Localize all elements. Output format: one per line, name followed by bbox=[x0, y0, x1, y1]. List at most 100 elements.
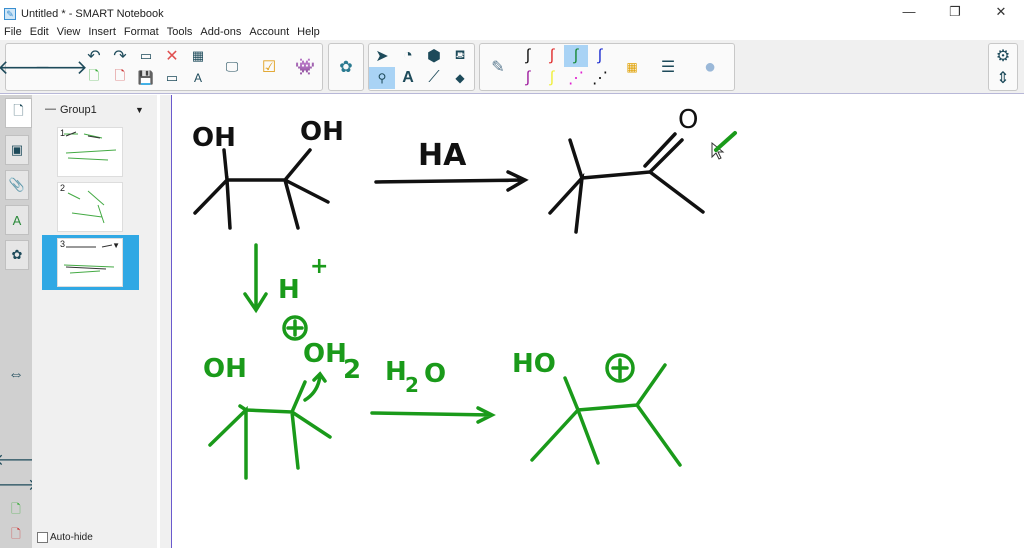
pen-magenta-dashed[interactable]: ⋰ bbox=[564, 67, 588, 89]
water-o-label: O bbox=[424, 359, 446, 389]
vertical-scrollbar[interactable] bbox=[160, 95, 172, 548]
paste-button[interactable]: ▭ bbox=[133, 45, 159, 67]
pen-green[interactable]: ∫ bbox=[564, 45, 588, 67]
plus-superscript: + bbox=[310, 254, 328, 279]
toolbar-group-addons: ✿ bbox=[328, 43, 364, 91]
pen-red[interactable]: ∫ bbox=[540, 45, 564, 67]
green-pen-stroke bbox=[714, 131, 737, 152]
minimize-button[interactable]: — bbox=[886, 4, 932, 20]
body-tool[interactable]: ⚲ bbox=[369, 67, 395, 89]
move-toolbar-icon[interactable]: ⇕ bbox=[989, 67, 1017, 89]
properties-tab[interactable]: A bbox=[5, 205, 29, 235]
page-thumbnail-3[interactable]: 3 ▼ bbox=[57, 238, 123, 287]
response-button[interactable]: ☑ bbox=[251, 44, 287, 90]
page-number: 1 bbox=[60, 128, 66, 138]
pen-black[interactable]: ∫ bbox=[516, 45, 540, 67]
save-icon[interactable]: 💾 bbox=[133, 67, 159, 89]
undo-button[interactable]: ↶ bbox=[81, 45, 107, 67]
pen-blue[interactable]: ∫ bbox=[588, 45, 612, 67]
menu-bar: File Edit View Insert Format Tools Add-o… bbox=[0, 24, 324, 40]
gear-icon[interactable]: ⚙ bbox=[989, 45, 1017, 67]
line-style-button[interactable]: ☰ bbox=[650, 44, 686, 90]
page-thumbnail-1[interactable]: 1 bbox=[57, 127, 123, 177]
table-button[interactable]: ▦ bbox=[185, 45, 211, 67]
add-page-icon[interactable]: 🗋 bbox=[5, 500, 27, 520]
oh-left-label: OH bbox=[192, 123, 236, 153]
delete-button[interactable]: ✕ bbox=[159, 45, 185, 67]
page-number: 2 bbox=[60, 183, 66, 193]
menu-insert[interactable]: Insert bbox=[84, 24, 120, 40]
toolbar: 🡐 🡒 ↶ ↷ ▭ ✕ ▦ 🗋 🗋 💾 ▭ A 🖵 ☑ 👾 ✿ ➤ ◔ ⬢ ⛾ … bbox=[0, 40, 1024, 94]
ho-label: HO bbox=[512, 349, 556, 379]
page-menu-icon[interactable]: ▼ bbox=[112, 241, 120, 250]
screen-shade-button[interactable]: ▭ bbox=[159, 67, 185, 89]
sidebar-tabs: 🗋 ▣ 📎 A ✿ ⇔ 🡐 🡒 🗋 🗋 bbox=[0, 95, 37, 548]
page-thumbnail-2[interactable]: 2 bbox=[57, 182, 123, 232]
menu-view[interactable]: View bbox=[53, 24, 85, 40]
menu-edit[interactable]: Edit bbox=[26, 24, 53, 40]
text-format-button[interactable]: A bbox=[185, 67, 211, 89]
restore-button[interactable]: ❐ bbox=[932, 4, 978, 20]
group-dropdown-icon[interactable]: ▼ bbox=[135, 105, 144, 115]
water-h-label: H bbox=[385, 357, 407, 387]
pen-tool[interactable]: ✎ bbox=[480, 44, 516, 90]
oh-green-label: OH bbox=[203, 354, 247, 384]
water-subscript: 2 bbox=[405, 373, 419, 397]
addons-tab[interactable]: ✿ bbox=[5, 240, 29, 270]
auto-hide-checkbox[interactable]: Auto-hide bbox=[37, 532, 93, 543]
toolbar-group-settings: ⚙ ⇕ bbox=[988, 43, 1018, 91]
lab-activity-button[interactable]: 👾 bbox=[287, 44, 323, 90]
text-tool[interactable]: A bbox=[395, 67, 421, 89]
h-plus-label: H bbox=[278, 275, 300, 305]
fill-shape-tool[interactable]: ⬢ bbox=[421, 45, 447, 67]
title-bar: ✎ Untitled * - SMART Notebook — ❐ ✕ bbox=[0, 4, 1024, 24]
close-button[interactable]: ✕ bbox=[978, 4, 1024, 20]
checkbox-box[interactable] bbox=[37, 532, 48, 543]
select-tool[interactable]: ➤ bbox=[369, 45, 395, 67]
line-tool[interactable]: ⟋ bbox=[421, 67, 447, 89]
addons-puzzle-icon[interactable]: ✿ bbox=[329, 44, 363, 90]
whiteboard-canvas[interactable]: OH OH HA O H + OH OH 2 H 2 O HO bbox=[173, 95, 1024, 548]
redo-button[interactable]: ↷ bbox=[107, 45, 133, 67]
menu-file[interactable]: File bbox=[0, 24, 26, 40]
shapes-tool[interactable]: ◔ bbox=[395, 45, 421, 67]
eraser-tool[interactable]: ◆ bbox=[447, 67, 473, 89]
toolbar-group-pens: ✎ ∫ ∫ ∫ ∫ ∫ ∫ ⋰ ⋰ ▦ ☰ ● bbox=[479, 43, 735, 91]
fill-tool[interactable]: ⛾ bbox=[447, 45, 473, 67]
delete-page-icon[interactable]: 🗋 bbox=[5, 525, 27, 545]
ink-drawing: OH OH HA O H + OH OH 2 H 2 O HO bbox=[192, 105, 737, 480]
attachments-tab[interactable]: 📎 bbox=[5, 170, 29, 200]
color-palette-button[interactable]: ▦ bbox=[614, 44, 650, 90]
group-label: Group1 bbox=[60, 104, 97, 116]
oh2-subscript: 2 bbox=[343, 355, 361, 385]
oh2-label: OH bbox=[303, 339, 347, 369]
reagent-ha-label: HA bbox=[418, 138, 467, 173]
effects-button[interactable]: ● bbox=[686, 44, 734, 90]
delete-page-button[interactable]: 🗋 bbox=[107, 67, 133, 89]
menu-format[interactable]: Format bbox=[120, 24, 163, 40]
display-button[interactable]: 🖵 bbox=[213, 44, 251, 90]
pen-purple[interactable]: ∫ bbox=[516, 67, 540, 89]
carbonyl-o-label: O bbox=[678, 105, 698, 135]
app-icon: ✎ bbox=[4, 8, 16, 20]
menu-addons[interactable]: Add-ons bbox=[196, 24, 245, 40]
next-page-button[interactable]: 🡒 bbox=[34, 44, 88, 90]
move-sidebar-left-icon[interactable]: 🡐 bbox=[0, 449, 37, 469]
toolbar-group-tools: ➤ ◔ ⬢ ⛾ ⚲ A ⟋ ◆ bbox=[368, 43, 475, 91]
menu-help[interactable]: Help bbox=[293, 24, 324, 40]
page-sorter-panel: — Group1 ▼ 1 2 3 ▼ Auto-hide bbox=[32, 95, 157, 548]
group-collapse-icon[interactable]: — bbox=[45, 103, 56, 115]
gallery-tab[interactable]: ▣ bbox=[5, 135, 29, 165]
toolbar-group-page: 🡐 🡒 ↶ ↷ ▭ ✕ ▦ 🗋 🗋 💾 ▭ A 🖵 ☑ 👾 bbox=[0, 43, 323, 91]
menu-tools[interactable]: Tools bbox=[163, 24, 197, 40]
pen-black-dashed[interactable]: ⋰ bbox=[588, 67, 612, 89]
add-page-button[interactable]: 🗋 bbox=[81, 67, 107, 89]
move-sidebar-right-icon[interactable]: 🡒 bbox=[0, 474, 37, 494]
auto-hide-label: Auto-hide bbox=[50, 532, 93, 543]
page-thumbnail-3-selected[interactable]: 3 ▼ bbox=[42, 235, 139, 290]
pen-yellow-highlighter[interactable]: ∫ bbox=[540, 67, 564, 89]
page-sorter-tab[interactable]: 🗋 bbox=[5, 98, 32, 128]
resize-sidebar-icon[interactable]: ⇔ bbox=[5, 365, 27, 385]
page-number: 3 bbox=[60, 239, 66, 249]
menu-account[interactable]: Account bbox=[245, 24, 293, 40]
